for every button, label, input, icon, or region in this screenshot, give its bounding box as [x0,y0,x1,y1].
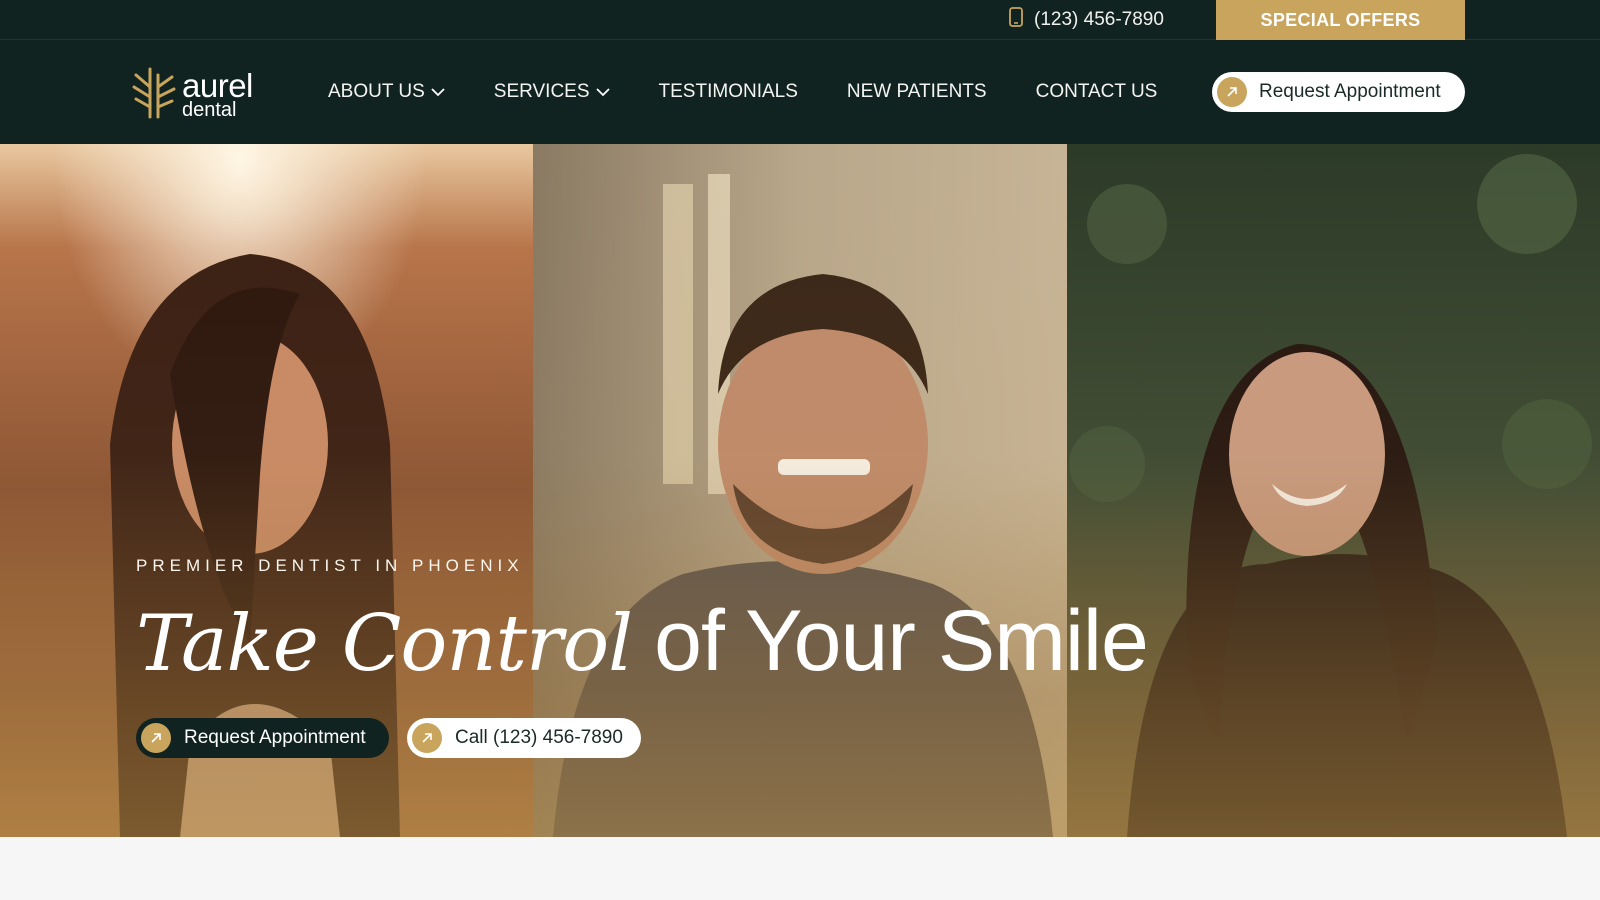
hero-headline-italic: Take Control [136,599,633,689]
primary-nav: ABOUT US SERVICES TESTIMONIALS NEW PATIE… [328,40,1206,144]
nav-item-about-us[interactable]: ABOUT US [328,81,445,103]
hero-secondary-label: Call (123) 456-7890 [455,727,623,748]
hero-cta-group: Request Appointment Call (123) 456-7890 [136,718,641,758]
top-utility-bar: (123) 456-7890 SPECIAL OFFERS [0,0,1600,40]
nav-item-services[interactable]: SERVICES [494,81,610,103]
chevron-down-icon [595,81,610,103]
hero-primary-label: Request Appointment [184,727,366,748]
nav-item-label: TESTIMONIALS [658,81,798,102]
nav-item-label: CONTACT US [1035,81,1158,102]
brand-name: aurel [182,66,253,104]
hero-eyebrow: PREMIER DENTIST IN PHOENIX [136,556,524,575]
brand-logo[interactable]: aurel dental [132,66,262,122]
nav-item-label: NEW PATIENTS [846,81,987,102]
brand-subname: dental [182,98,237,121]
main-navbar: aurel dental ABOUT US SERVICES TESTIMONI… [0,40,1600,144]
nav-item-testimonials[interactable]: TESTIMONIALS [659,81,798,103]
nav-item-label: SERVICES [493,81,590,102]
arrow-up-right-icon [412,723,442,753]
nav-request-appointment-button[interactable]: Request Appointment [1212,72,1465,112]
nav-cta-label: Request Appointment [1259,81,1441,102]
nav-item-new-patients[interactable]: NEW PATIENTS [847,81,987,103]
mobile-phone-icon [1008,7,1024,33]
chevron-down-icon [431,81,445,103]
nav-item-label: ABOUT US [328,81,425,102]
nav-item-contact-us[interactable]: CONTACT US [1036,81,1158,103]
hero-headline-rest: of Your Smile [654,593,1149,689]
arrow-up-right-icon [1217,77,1247,107]
special-offers-button[interactable]: SPECIAL OFFERS [1216,0,1465,40]
arrow-up-right-icon [141,723,171,753]
topbar-phone-number: (123) 456-7890 [1034,9,1164,30]
hero-call-button[interactable]: Call (123) 456-7890 [407,718,641,758]
below-hero-section [0,837,1600,900]
hero-request-appointment-button[interactable]: Request Appointment [136,718,389,758]
wheat-leaf-logo-icon [132,65,176,124]
hero-headline: Take Control of Your Smile [136,592,1149,692]
hero-section: PREMIER DENTIST IN PHOENIX Take Control … [0,144,1600,837]
topbar-phone-link[interactable]: (123) 456-7890 [1008,0,1164,40]
